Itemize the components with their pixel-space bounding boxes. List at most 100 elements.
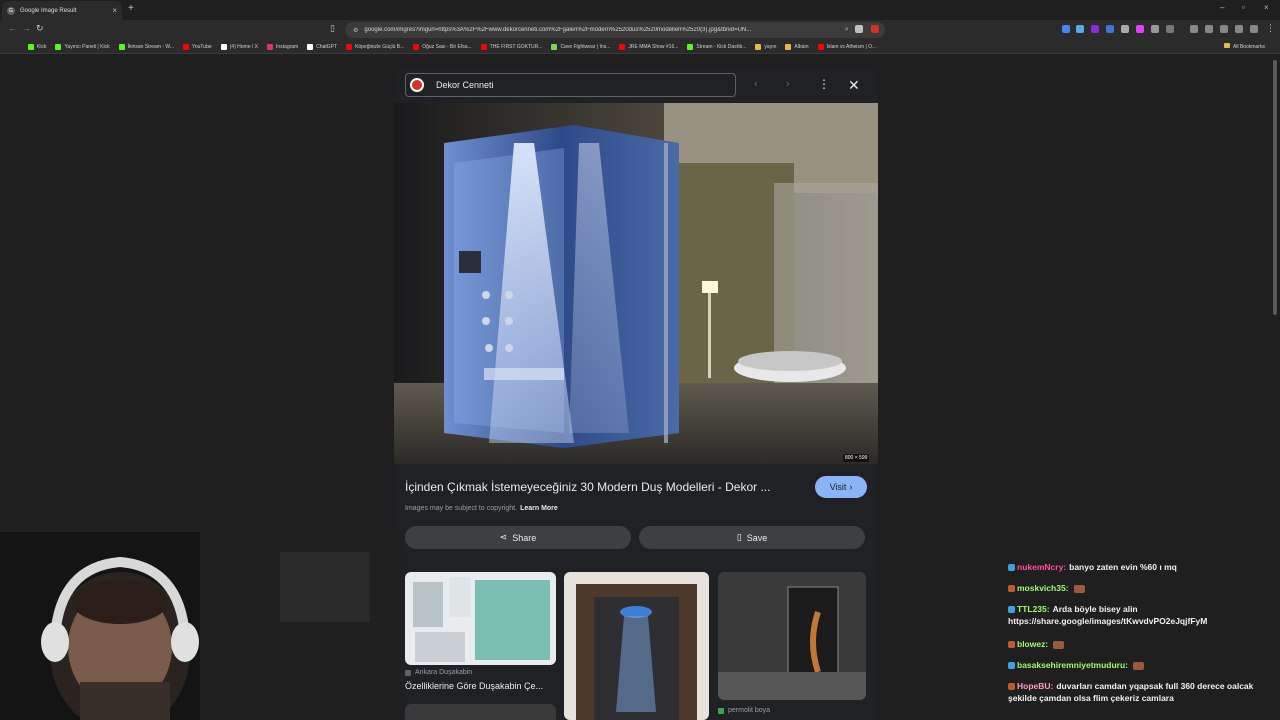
bookmark-favicon-icon [480, 43, 487, 50]
main-image[interactable] [394, 103, 878, 464]
extension-icon-5[interactable] [1121, 25, 1129, 33]
more-options-icon[interactable]: ⋮ [818, 77, 830, 91]
chat-username[interactable]: nukemNcry: [1017, 562, 1066, 572]
bookmark-item[interactable]: Stream - Kick Dashb... [687, 43, 746, 50]
chat-username[interactable]: moskvich35: [1017, 583, 1069, 593]
save-button[interactable]: ▯ Save [639, 526, 865, 549]
all-bookmarks-link[interactable]: All Bookmarks [1224, 43, 1265, 50]
extension-icon-7[interactable] [1151, 25, 1159, 33]
shield-extension-icon[interactable] [855, 25, 863, 33]
chat-username[interactable]: HopeBU: [1017, 681, 1053, 691]
extension-icon-4[interactable] [1106, 25, 1114, 33]
bookmark-favicon-icon [118, 43, 125, 50]
bookmark-favicon-icon [817, 43, 824, 50]
bookmark-item[interactable]: THE FIRST GOKTUR... [480, 43, 542, 50]
bookmark-item[interactable]: Cave Fightwear | Ins... [551, 43, 610, 50]
bookmark-item[interactable]: Instagram [266, 43, 298, 50]
zoom-icon[interactable]: ⌕ [845, 26, 849, 34]
extensions-puzzle-icon[interactable] [1235, 25, 1243, 33]
bookmark-item[interactable]: Oğuz Sası - Bir Efsa... [413, 43, 472, 50]
marble-shower-thumb [564, 572, 709, 720]
bookmark-favicon-icon [619, 43, 626, 50]
next-image-icon[interactable]: › [786, 78, 790, 90]
image-title[interactable]: İçinden Çıkmak İstemeyeceğiniz 30 Modern… [405, 480, 770, 494]
reload-icon[interactable]: ↻ [36, 23, 44, 34]
bookmark-favicon-icon [55, 43, 62, 50]
downloads-icon[interactable] [1220, 25, 1228, 33]
profile-icon[interactable] [1250, 25, 1258, 33]
bookmark-item[interactable]: İkinsan Stream - W... [118, 43, 174, 50]
related-source-1[interactable]: Ankara Duşakabin [405, 669, 472, 676]
related-caption-1[interactable]: Özelliklerine Göre Duşakabin Çe... [405, 681, 543, 691]
prev-image-icon[interactable]: ‹ [754, 78, 758, 90]
menu-kebab-icon[interactable]: ⋮ [1266, 23, 1275, 34]
stone-shower-thumb [718, 572, 866, 700]
chat-message: TTL235: Arda böyle bisey alin https://sha… [1008, 603, 1276, 627]
bookmark-favicon-icon [687, 43, 694, 50]
learn-more-link[interactable]: Learn More [520, 505, 558, 512]
related-image-4[interactable] [405, 704, 556, 720]
share-button[interactable]: ⋖ Share [405, 526, 631, 549]
bookmark-favicon-icon [346, 43, 353, 50]
bookmark-item[interactable]: Köpeğinizle Güçlü B... [346, 43, 404, 50]
related-image-1[interactable] [405, 572, 556, 665]
bookmark-item[interactable]: (4) Home / X [220, 43, 258, 50]
source-site-header[interactable]: Dekor Cenneti [405, 73, 736, 97]
bookmark-page-icon[interactable]: ▯ [330, 23, 335, 34]
bookmark-item[interactable]: Albüm [785, 43, 809, 50]
visit-button[interactable]: Visit › [815, 476, 867, 498]
chat-username[interactable]: basaksehiremniyetmuduru: [1017, 660, 1128, 670]
bookmark-favicon-icon [755, 43, 762, 50]
related-source-3[interactable]: permolit boya [718, 707, 770, 714]
back-icon[interactable]: ← [8, 23, 17, 33]
extension-icon-2[interactable] [1076, 25, 1084, 33]
google-favicon-icon: G [7, 6, 15, 15]
warning-extension-icon[interactable] [871, 25, 879, 33]
image-dimensions: 800 × 599 [843, 454, 870, 462]
bookmark-item[interactable]: İslam vs Atheism | O... [817, 43, 876, 50]
close-tab-icon[interactable]: × [112, 6, 117, 15]
site-info-icon[interactable]: ⚙ [353, 27, 358, 34]
site-favicon-icon [718, 707, 724, 714]
bookmark-item[interactable]: Kick [28, 43, 46, 50]
extension-icon-1[interactable] [1062, 25, 1070, 33]
bookmark-item[interactable]: yayın [755, 43, 776, 50]
chat-username[interactable]: blowez: [1017, 639, 1048, 649]
new-tab-button[interactable]: + [128, 3, 134, 14]
bookmark-item[interactable]: YouTube [182, 43, 212, 50]
chat-badge-icon [1008, 641, 1015, 649]
forward-icon[interactable]: → [22, 23, 31, 33]
maximize-icon[interactable]: ▫ [1242, 3, 1245, 12]
scrollbar-thumb[interactable] [1273, 60, 1277, 315]
address-bar[interactable]: ⚙ google.com/imgres?imgurl=https%3A%2F%2… [345, 22, 885, 38]
tab-title: Google Image Result [20, 7, 77, 14]
visit-label: Visit [829, 482, 847, 492]
window-close-icon[interactable]: × [1264, 3, 1269, 12]
bookmark-favicon-icon [307, 43, 314, 50]
bookmarks-bar: Kick Yayıncı Paneli | Kick İkinsan Stream … [0, 40, 1280, 54]
close-viewer-icon[interactable]: ✕ [848, 77, 860, 94]
extension-icon-8[interactable] [1166, 25, 1174, 33]
media-icon[interactable] [1190, 25, 1198, 33]
chat-badge-icon [1008, 683, 1015, 691]
extension-icon-6[interactable] [1136, 25, 1144, 33]
related-image-3[interactable] [718, 572, 866, 700]
extension-icon-3[interactable] [1091, 25, 1099, 33]
bookmark-favicon-icon [220, 43, 227, 50]
streamer-camera [0, 532, 403, 720]
minimize-icon[interactable]: – [1220, 3, 1224, 12]
bookmark-item[interactable]: ChatGPT [307, 43, 337, 50]
chat-emote-icon [1053, 640, 1065, 649]
share-label: Share [512, 532, 537, 543]
related-image-2[interactable] [564, 572, 709, 720]
chat-badge-icon [1008, 564, 1015, 572]
chat-message: blowez: [1008, 638, 1276, 650]
bookmark-item[interactable]: Yayıncı Paneli | Kick [55, 43, 110, 50]
sidebar-icon[interactable] [1205, 25, 1213, 33]
bookmark-item[interactable]: JRE MMA Show #16... [619, 43, 678, 50]
bookmark-favicon-icon [266, 43, 273, 50]
browser-tab[interactable]: G Google Image Result × [2, 1, 122, 20]
glass-shower-thumb [405, 572, 556, 665]
chat-message: nukemNcry: banyo zaten evin %60 ı mq [1008, 561, 1276, 573]
chat-username[interactable]: TTL235: [1017, 604, 1050, 614]
